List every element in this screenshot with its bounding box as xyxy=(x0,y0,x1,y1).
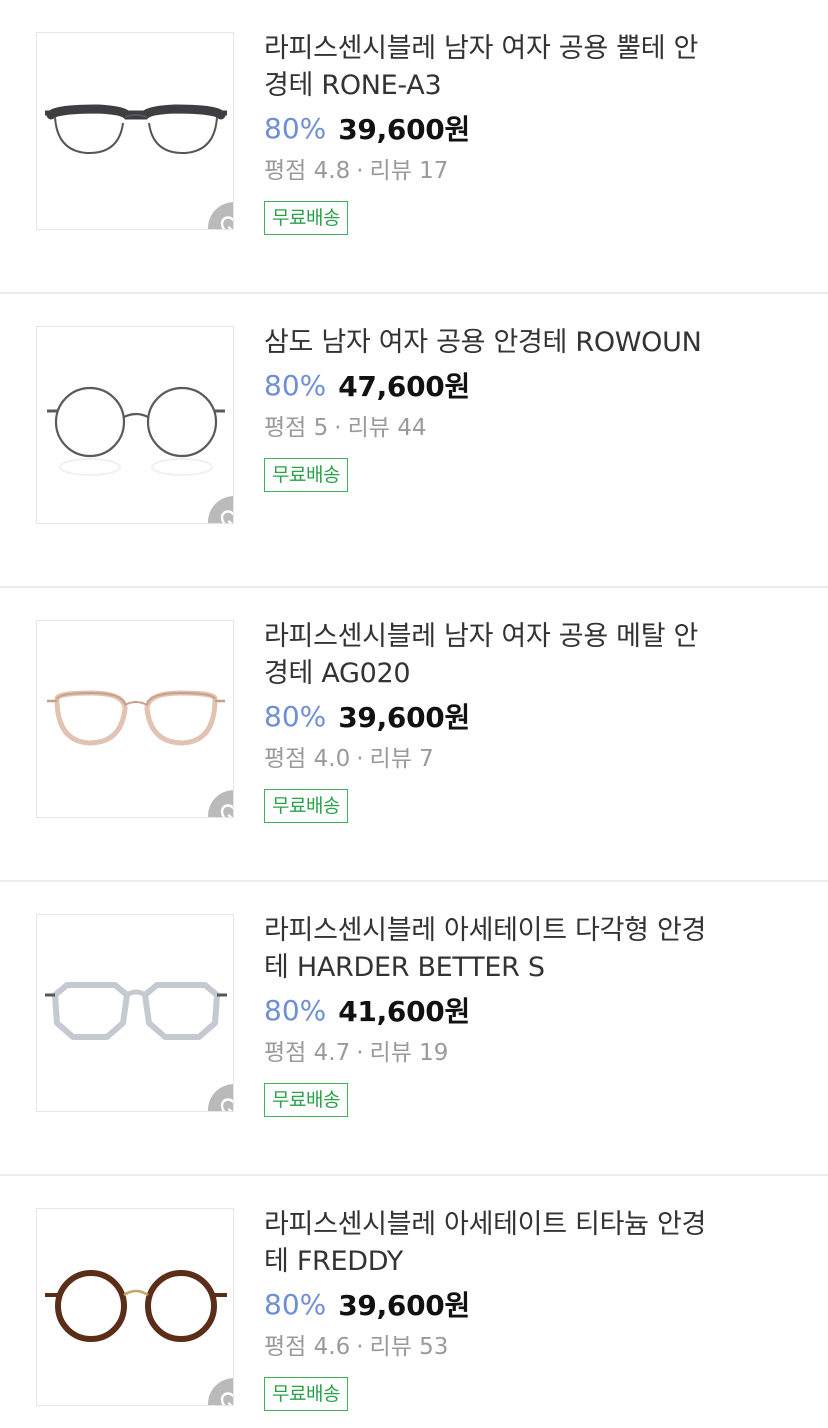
review-label: 리뷰 53 xyxy=(369,1334,449,1360)
product-list: 라피스센시블레 남자 여자 공용 뿔테 안경테 RONE-A3 80% 39,6… xyxy=(0,0,828,1428)
product-title[interactable]: 라피스센시블레 남자 여자 공용 뿔테 안경테 RONE-A3 xyxy=(264,30,714,104)
discount-rate: 80% xyxy=(264,368,327,402)
product-info: 삼도 남자 여자 공용 안경테 ROWOUN 80% 47,600원 평점 5 ·… xyxy=(264,324,714,492)
product-item-4[interactable]: 라피스센시블레 아세테이트 다각형 안경테 HARDER BETTER S 80… xyxy=(0,882,828,1176)
product-title[interactable]: 라피스센시블레 아세테이트 티타늄 안경테 FREDDY xyxy=(264,1206,714,1280)
rating-label: 평점 4.6 xyxy=(264,1334,351,1360)
free-shipping-badge: 무료배송 xyxy=(264,1083,348,1117)
product-thumbnail[interactable] xyxy=(36,32,234,230)
rating-label: 평점 4.7 xyxy=(264,1040,351,1066)
product-price: 41,600원 xyxy=(338,995,470,1028)
meta-separator: · xyxy=(356,746,364,772)
product-price: 39,600원 xyxy=(338,701,470,734)
product-price: 47,600원 xyxy=(338,370,470,403)
product-title[interactable]: 라피스센시블레 아세테이트 다각형 안경테 HARDER BETTER S xyxy=(264,912,714,986)
price-row: 80% 39,600원 xyxy=(264,109,714,147)
product-item-1[interactable]: 라피스센시블레 남자 여자 공용 뿔테 안경테 RONE-A3 80% 39,6… xyxy=(0,0,828,294)
heart-check-icon xyxy=(220,1098,233,1111)
product-item-5[interactable]: 라피스센시블레 아세테이트 티타늄 안경테 FREDDY 80% 39,600원… xyxy=(0,1176,828,1428)
product-title[interactable]: 라피스센시블레 남자 여자 공용 메탈 안경테 AG020 xyxy=(264,618,714,692)
heart-check-icon xyxy=(220,510,233,523)
meta-separator: · xyxy=(356,158,364,184)
price-row: 80% 47,600원 xyxy=(264,366,714,404)
product-thumbnail[interactable] xyxy=(36,914,234,1112)
discount-rate: 80% xyxy=(264,993,327,1027)
price-row: 80% 41,600원 xyxy=(264,991,714,1029)
product-info: 라피스센시블레 아세테이트 티타늄 안경테 FREDDY 80% 39,600원… xyxy=(264,1206,714,1411)
product-price: 39,600원 xyxy=(338,113,470,146)
heart-check-icon xyxy=(220,1392,233,1405)
free-shipping-badge: 무료배송 xyxy=(264,458,348,492)
product-item-2[interactable]: 삼도 남자 여자 공용 안경테 ROWOUN 80% 47,600원 평점 5 ·… xyxy=(0,294,828,588)
product-info: 라피스센시블레 남자 여자 공용 메탈 안경테 AG020 80% 39,600… xyxy=(264,618,714,823)
meta-separator: · xyxy=(356,1040,364,1066)
price-row: 80% 39,600원 xyxy=(264,1285,714,1323)
glasses-image xyxy=(47,690,225,746)
rating-review: 평점 4.6 · 리뷰 53 xyxy=(264,1331,714,1363)
heart-check-icon xyxy=(220,216,233,229)
rating-label: 평점 4.8 xyxy=(264,158,351,184)
meta-separator: · xyxy=(334,415,342,441)
review-label: 리뷰 7 xyxy=(369,746,434,772)
discount-rate: 80% xyxy=(264,1287,327,1321)
meta-separator: · xyxy=(356,1334,364,1360)
product-price: 39,600원 xyxy=(338,1289,470,1322)
rating-review: 평점 4.0 · 리뷰 7 xyxy=(264,743,714,775)
product-thumbnail[interactable] xyxy=(36,326,234,524)
glasses-image xyxy=(47,386,225,476)
rating-label: 평점 5 xyxy=(264,415,329,441)
rating-review: 평점 4.7 · 리뷰 19 xyxy=(264,1037,714,1069)
product-info: 라피스센시블레 아세테이트 다각형 안경테 HARDER BETTER S 80… xyxy=(264,912,714,1117)
glasses-image xyxy=(45,104,227,155)
free-shipping-badge: 무료배송 xyxy=(264,1377,348,1411)
review-label: 리뷰 44 xyxy=(347,415,427,441)
review-label: 리뷰 19 xyxy=(369,1040,449,1066)
product-thumbnail[interactable] xyxy=(36,620,234,818)
review-label: 리뷰 17 xyxy=(369,158,449,184)
discount-rate: 80% xyxy=(264,111,327,145)
product-title[interactable]: 삼도 남자 여자 공용 안경테 ROWOUN xyxy=(264,324,714,361)
product-item-3[interactable]: 라피스센시블레 남자 여자 공용 메탈 안경테 AG020 80% 39,600… xyxy=(0,588,828,882)
rating-label: 평점 4.0 xyxy=(264,746,351,772)
free-shipping-badge: 무료배송 xyxy=(264,201,348,235)
free-shipping-badge: 무료배송 xyxy=(264,789,348,823)
price-row: 80% 39,600원 xyxy=(264,697,714,735)
heart-check-icon xyxy=(220,804,233,817)
rating-review: 평점 4.8 · 리뷰 17 xyxy=(264,155,714,187)
product-info: 라피스센시블레 남자 여자 공용 뿔테 안경테 RONE-A3 80% 39,6… xyxy=(264,30,714,235)
discount-rate: 80% xyxy=(264,699,327,733)
glasses-image xyxy=(45,982,227,1040)
glasses-image xyxy=(45,1270,227,1342)
product-thumbnail[interactable] xyxy=(36,1208,234,1406)
rating-review: 평점 5 · 리뷰 44 xyxy=(264,412,714,444)
